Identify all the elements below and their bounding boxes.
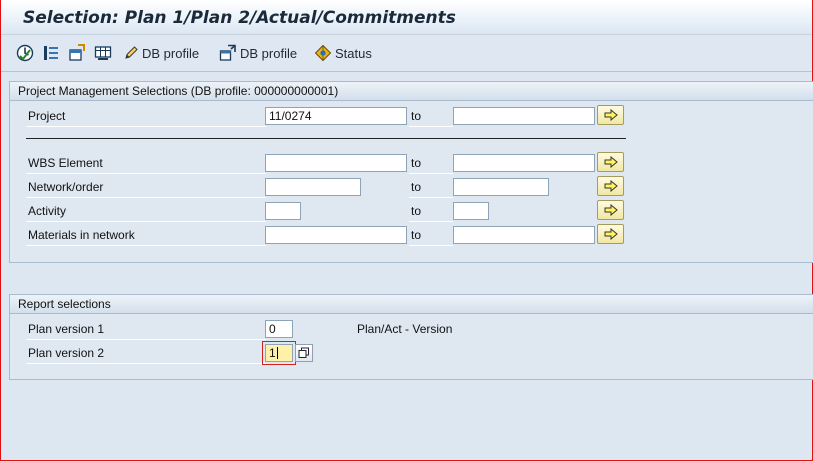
pm-group-title: Project Management Selections (DB profil… (10, 82, 813, 101)
title-bar: Selection: Plan 1/Plan 2/Actual/Commitme… (1, 0, 812, 35)
arrow-right-icon (604, 204, 618, 216)
status-button[interactable]: Status (314, 43, 372, 63)
wbs-element-to-input[interactable] (453, 154, 595, 172)
execute-icon (16, 44, 34, 62)
materials-in-network-to-input[interactable] (453, 226, 595, 244)
project-multiple-selection-button[interactable] (597, 105, 624, 125)
plan-version-2-input[interactable]: 1 (265, 344, 293, 362)
execute-button[interactable] (16, 43, 34, 63)
dynamic-selections-icon (69, 44, 85, 61)
materials-in-network-multiple-selection-button[interactable] (597, 224, 624, 244)
wbs-element-multiple-selection-button[interactable] (597, 152, 624, 172)
edit-db-profile-button[interactable]: DB profile (123, 43, 199, 63)
wbs-element-from-input[interactable] (265, 154, 407, 172)
db-profile-icon (219, 44, 236, 61)
materials-in-network-label: Materials in network (26, 225, 266, 246)
network-order-label: Network/order (26, 177, 266, 198)
status-label: Status (335, 45, 372, 61)
arrow-right-icon (604, 156, 618, 168)
activity-label: Activity (26, 201, 266, 222)
network-order-to-input[interactable] (453, 178, 549, 196)
activity-to-input[interactable] (453, 202, 489, 220)
activity-from-input[interactable] (265, 202, 301, 220)
arrow-right-icon (604, 109, 618, 121)
plan-version-1-input[interactable]: 0 (265, 320, 293, 338)
selection-options-icon (44, 46, 58, 60)
plan-version-1-description: Plan/Act - Version (357, 322, 453, 336)
project-management-selections-group: Project Management Selections (DB profil… (9, 81, 813, 263)
layout-button[interactable] (94, 43, 112, 63)
selection-options-button[interactable] (42, 43, 60, 63)
activity-to-label: to (409, 201, 453, 222)
plan-version-2-label: Plan version 2 (26, 343, 266, 364)
materials-in-network-from-input[interactable] (265, 226, 407, 244)
report-selections-group: Report selections Plan version 1 0 Plan/… (9, 294, 813, 380)
activity-multiple-selection-button[interactable] (597, 200, 624, 220)
network-order-to-label: to (409, 177, 453, 198)
status-icon (314, 44, 332, 62)
arrow-right-icon (604, 228, 618, 240)
pencil-icon (125, 46, 138, 59)
text-caret (277, 347, 278, 359)
project-label: Project (26, 106, 266, 127)
db-profile-label: DB profile (240, 45, 298, 61)
page-title: Selection: Plan 1/Plan 2/Actual/Commitme… (23, 8, 456, 28)
network-order-from-input[interactable] (265, 178, 361, 196)
wbs-element-label: WBS Element (26, 153, 266, 174)
plan-version-1-label: Plan version 1 (26, 319, 266, 340)
network-order-multiple-selection-button[interactable] (597, 176, 624, 196)
sap-window: Selection: Plan 1/Plan 2/Actual/Commitme… (0, 0, 813, 461)
value-help-icon (298, 347, 309, 358)
arrow-right-icon (604, 180, 618, 192)
db-profile-button[interactable]: DB profile (219, 43, 297, 63)
report-group-title: Report selections (10, 295, 813, 314)
project-to-input[interactable] (453, 107, 595, 125)
edit-db-profile-label: DB profile (142, 45, 200, 61)
application-toolbar: DB profile DB profile Status (1, 35, 812, 72)
layout-icon (94, 46, 112, 60)
materials-in-network-to-label: to (409, 225, 453, 246)
section-separator (26, 138, 626, 139)
project-from-input[interactable]: 11/0274 (265, 107, 407, 125)
dynamic-selections-button[interactable] (68, 43, 86, 63)
plan-version-2-value-help-button[interactable] (295, 344, 313, 362)
project-to-label: to (409, 106, 453, 127)
wbs-element-to-label: to (409, 153, 453, 174)
